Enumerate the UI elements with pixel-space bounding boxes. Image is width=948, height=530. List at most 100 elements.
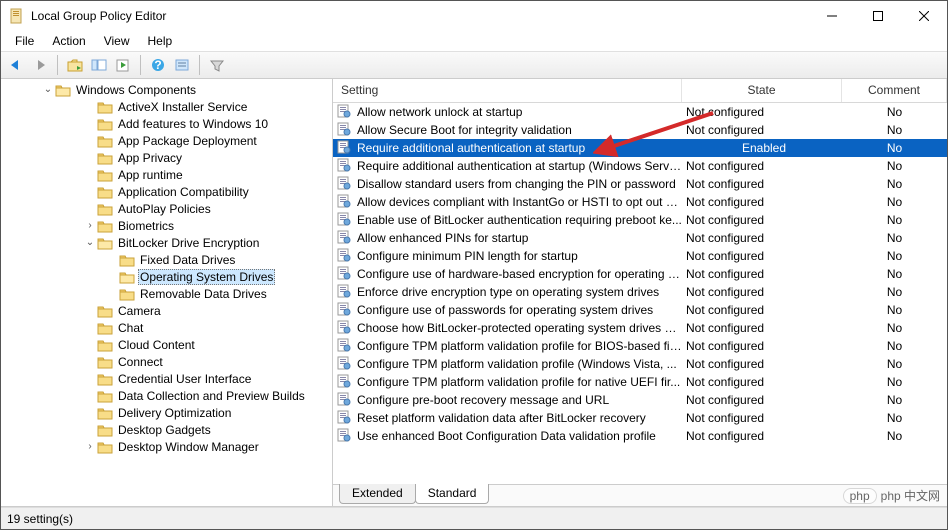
setting-state: Not configured xyxy=(682,123,842,137)
menu-help[interactable]: Help xyxy=(140,32,181,50)
tree-label: Operating System Drives xyxy=(138,269,275,285)
setting-row[interactable]: Configure use of passwords for operating… xyxy=(333,301,947,319)
tree-item[interactable]: Add features to Windows 10 xyxy=(1,115,332,132)
column-headers[interactable]: Setting State Comment xyxy=(333,79,947,103)
menu-action[interactable]: Action xyxy=(44,32,93,50)
tab-standard[interactable]: Standard xyxy=(415,484,490,504)
menu-file[interactable]: File xyxy=(7,32,42,50)
folder-icon xyxy=(97,100,113,114)
forward-button[interactable] xyxy=(29,54,51,76)
setting-row[interactable]: Reset platform validation data after Bit… xyxy=(333,409,947,427)
tree-item[interactable]: Fixed Data Drives xyxy=(1,251,332,268)
expand-icon[interactable]: ⌄ xyxy=(83,237,97,248)
tree-item[interactable]: Delivery Optimization xyxy=(1,404,332,421)
tree-item[interactable]: ActiveX Installer Service xyxy=(1,98,332,115)
tree-item[interactable]: App runtime xyxy=(1,166,332,183)
filter-button[interactable] xyxy=(206,54,228,76)
setting-state: Not configured xyxy=(682,393,842,407)
show-tree-button[interactable] xyxy=(88,54,110,76)
tree-item[interactable]: Application Compatibility xyxy=(1,183,332,200)
back-button[interactable] xyxy=(5,54,27,76)
status-bar: 19 setting(s) xyxy=(1,507,947,529)
settings-list[interactable]: Allow network unlock at startup Not conf… xyxy=(333,103,947,484)
setting-row[interactable]: Configure pre-boot recovery message and … xyxy=(333,391,947,409)
close-button[interactable] xyxy=(901,1,947,31)
tree-item[interactable]: ›Desktop Window Manager xyxy=(1,438,332,455)
folder-icon xyxy=(97,185,113,199)
setting-row[interactable]: Allow devices compliant with InstantGo o… xyxy=(333,193,947,211)
refresh-button[interactable] xyxy=(112,54,134,76)
tree-label: App Privacy xyxy=(116,150,184,166)
tree-item[interactable]: Removable Data Drives xyxy=(1,285,332,302)
setting-row[interactable]: Enable use of BitLocker authentication r… xyxy=(333,211,947,229)
setting-row[interactable]: Allow Secure Boot for integrity validati… xyxy=(333,121,947,139)
policy-icon xyxy=(337,428,353,444)
tree-label: Cloud Content xyxy=(116,337,197,353)
setting-row[interactable]: Configure use of hardware-based encrypti… xyxy=(333,265,947,283)
tree-item[interactable]: AutoPlay Policies xyxy=(1,200,332,217)
tree-item[interactable]: Camera xyxy=(1,302,332,319)
tree-pane[interactable]: ⌄Windows ComponentsActiveX Installer Ser… xyxy=(1,79,333,506)
setting-name: Require additional authentication at sta… xyxy=(357,141,682,155)
policy-icon xyxy=(337,230,353,246)
expand-icon[interactable]: › xyxy=(83,220,97,231)
folder-icon xyxy=(97,338,113,352)
menu-bar: File Action View Help xyxy=(1,31,947,51)
setting-state: Not configured xyxy=(682,249,842,263)
folder-icon xyxy=(97,117,113,131)
tree-item[interactable]: Chat xyxy=(1,319,332,336)
properties-button[interactable] xyxy=(171,54,193,76)
tree-item[interactable]: Desktop Gadgets xyxy=(1,421,332,438)
folder-icon xyxy=(97,168,113,182)
tree-item[interactable]: ⌄BitLocker Drive Encryption xyxy=(1,234,332,251)
setting-row[interactable]: Allow network unlock at startup Not conf… xyxy=(333,103,947,121)
policy-icon xyxy=(337,284,353,300)
expand-icon[interactable]: › xyxy=(83,441,97,452)
watermark-text: php 中文网 xyxy=(881,487,940,504)
col-comment[interactable]: Comment xyxy=(842,79,947,102)
tree-label: Camera xyxy=(116,303,163,319)
tree-item[interactable]: ⌄Windows Components xyxy=(1,81,332,98)
setting-row[interactable]: Configure TPM platform validation profil… xyxy=(333,373,947,391)
folder-icon xyxy=(97,372,113,386)
setting-row[interactable]: Use enhanced Boot Configuration Data val… xyxy=(333,427,947,445)
tree-item[interactable]: Data Collection and Preview Builds xyxy=(1,387,332,404)
setting-row[interactable]: Configure TPM platform validation profil… xyxy=(333,355,947,373)
menu-view[interactable]: View xyxy=(96,32,138,50)
setting-row[interactable]: Enforce drive encryption type on operati… xyxy=(333,283,947,301)
setting-row[interactable]: Allow enhanced PINs for startup Not conf… xyxy=(333,229,947,247)
setting-state: Not configured xyxy=(682,177,842,191)
status-text: 19 setting(s) xyxy=(7,512,73,526)
minimize-button[interactable] xyxy=(809,1,855,31)
up-button[interactable] xyxy=(64,54,86,76)
setting-state: Not configured xyxy=(682,105,842,119)
col-state[interactable]: State xyxy=(682,79,842,102)
help-button[interactable]: ? xyxy=(147,54,169,76)
collapse-icon[interactable]: ⌄ xyxy=(41,84,55,95)
setting-comment: No xyxy=(842,285,947,299)
tree-item[interactable]: Cloud Content xyxy=(1,336,332,353)
tree-item[interactable]: Credential User Interface xyxy=(1,370,332,387)
tree-label: Connect xyxy=(116,354,165,370)
setting-row[interactable]: Configure TPM platform validation profil… xyxy=(333,337,947,355)
tab-extended[interactable]: Extended xyxy=(339,484,416,504)
svg-text:?: ? xyxy=(154,58,161,72)
setting-state: Not configured xyxy=(682,195,842,209)
tree-item[interactable]: Connect xyxy=(1,353,332,370)
setting-row[interactable]: Configure minimum PIN length for startup… xyxy=(333,247,947,265)
tree-item[interactable]: App Package Deployment xyxy=(1,132,332,149)
window-buttons xyxy=(809,1,947,31)
policy-icon xyxy=(337,266,353,282)
tree-item[interactable]: ›Biometrics xyxy=(1,217,332,234)
setting-state: Not configured xyxy=(682,411,842,425)
col-setting[interactable]: Setting xyxy=(333,79,682,102)
setting-row[interactable]: Choose how BitLocker-protected operating… xyxy=(333,319,947,337)
tree-item[interactable]: App Privacy xyxy=(1,149,332,166)
tree-item[interactable]: Operating System Drives xyxy=(1,268,332,285)
setting-row[interactable]: Require additional authentication at sta… xyxy=(333,157,947,175)
setting-name: Use enhanced Boot Configuration Data val… xyxy=(357,429,682,443)
maximize-button[interactable] xyxy=(855,1,901,31)
policy-icon xyxy=(337,158,353,174)
setting-row[interactable]: Disallow standard users from changing th… xyxy=(333,175,947,193)
setting-row[interactable]: Require additional authentication at sta… xyxy=(333,139,947,157)
